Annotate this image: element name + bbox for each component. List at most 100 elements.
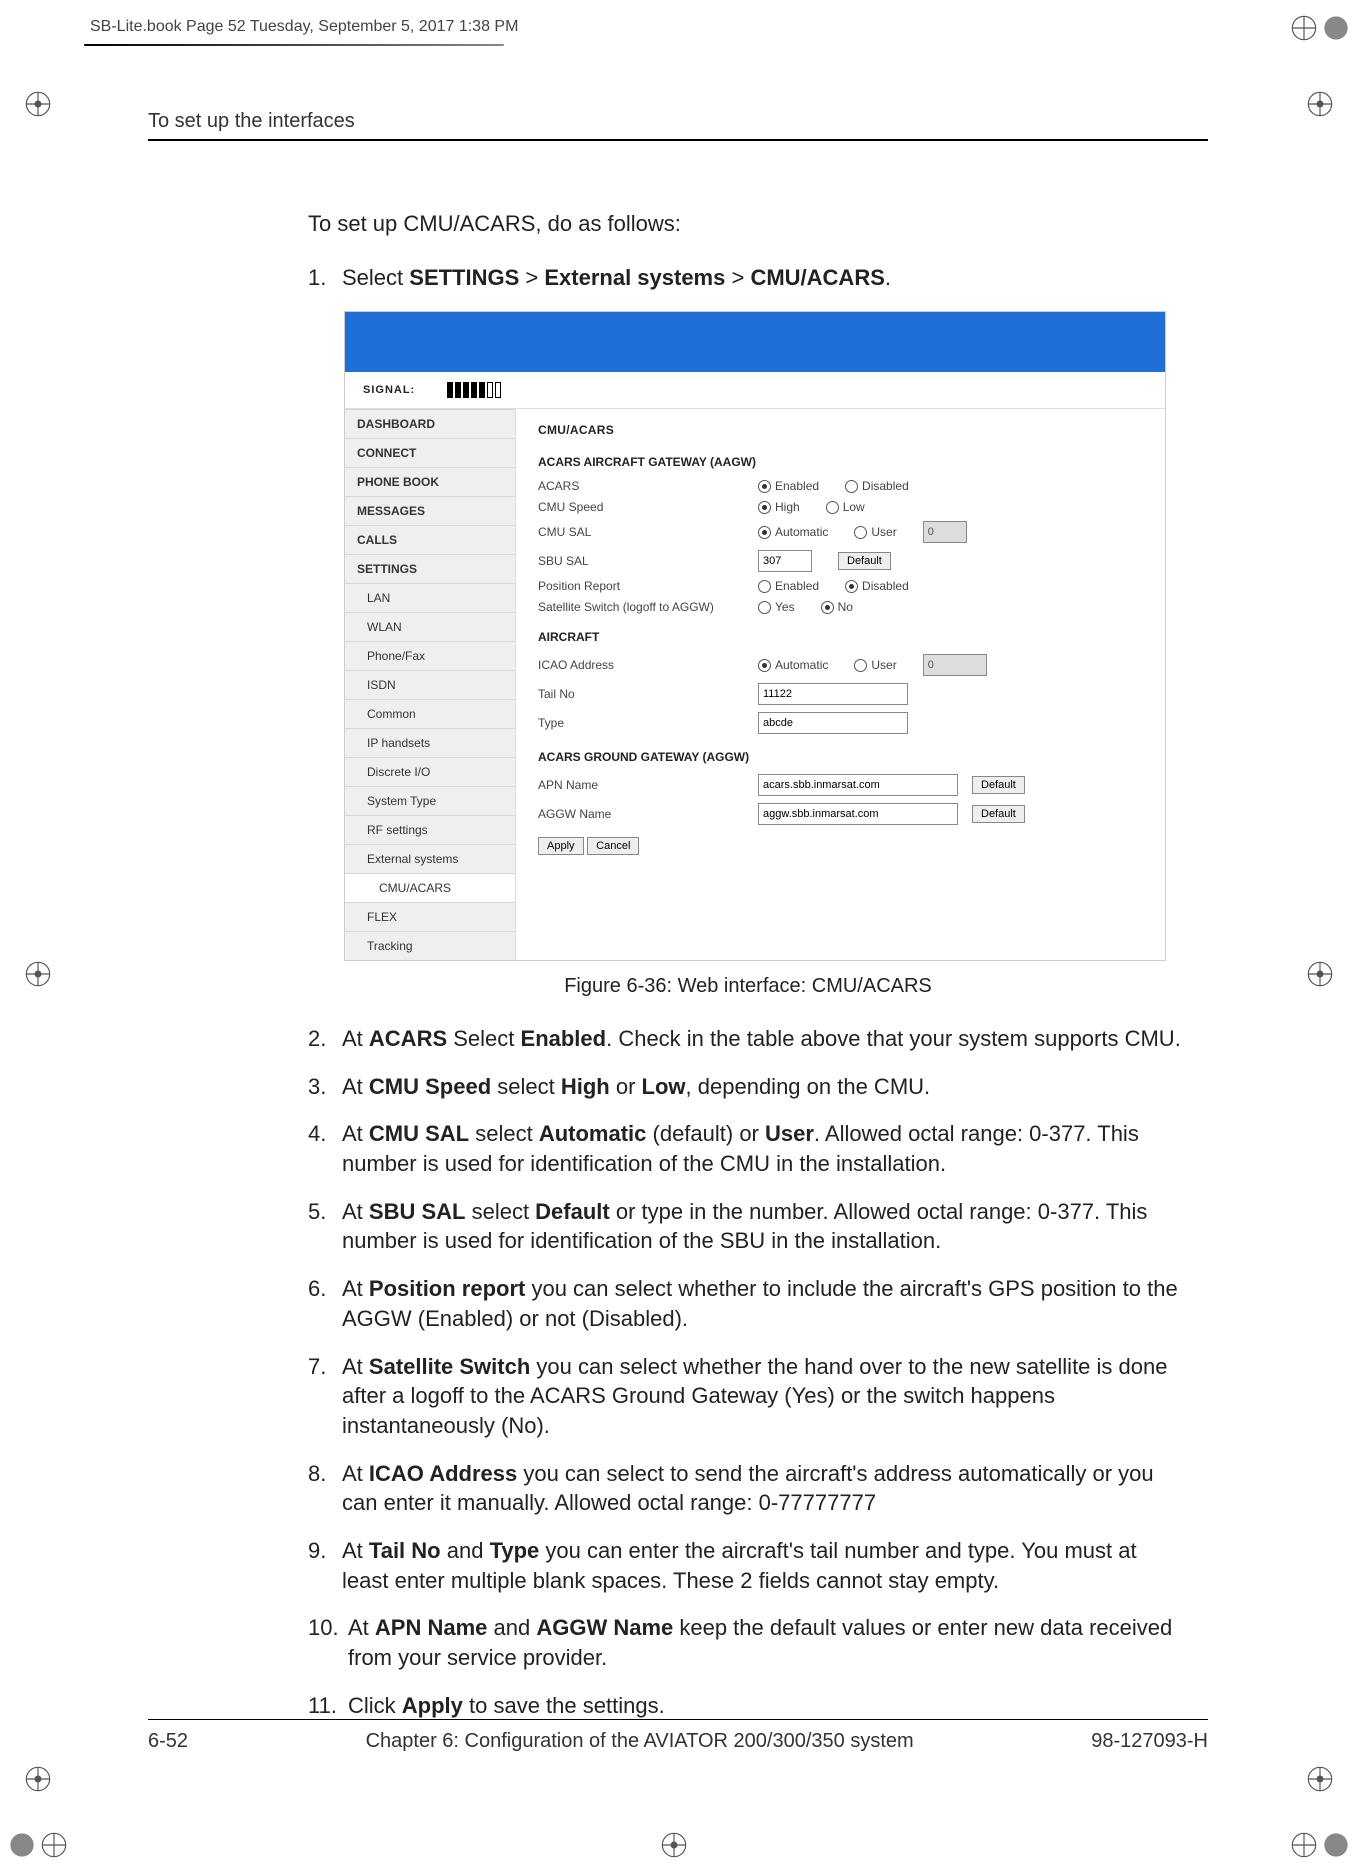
sidebar-item-phone-book[interactable]: PHONE BOOK — [345, 467, 515, 496]
radio-label: No — [838, 600, 853, 614]
label-acars: ACARS — [538, 479, 758, 493]
label-tail-no: Tail No — [538, 687, 758, 701]
figure-caption: Figure 6-36: Web interface: CMU/ACARS — [308, 975, 1188, 998]
label-icao: ICAO Address — [538, 658, 758, 672]
text: > — [725, 265, 750, 290]
section-heading-aggw: ACARS GROUND GATEWAY (AGGW) — [538, 750, 1143, 764]
text: (default) or — [646, 1121, 765, 1146]
sidebar-item-calls[interactable]: CALLS — [345, 525, 515, 554]
registration-mark-icon — [660, 1831, 688, 1859]
radio-acars-enabled[interactable]: Enabled — [758, 479, 819, 493]
bold-text: SBU SAL — [369, 1199, 466, 1224]
radio-label: Enabled — [775, 479, 819, 493]
radio-icao-automatic[interactable]: Automatic — [758, 658, 828, 672]
sidebar-item-ip-handsets[interactable]: IP handsets — [345, 728, 515, 757]
radio-cmu-sal-user[interactable]: User — [854, 525, 896, 539]
radio-posrep-disabled[interactable]: Disabled — [845, 579, 909, 593]
step-number: 9. — [308, 1536, 342, 1595]
footer-doc-number: 98-127093-H — [1091, 1730, 1208, 1753]
text: to save the settings. — [463, 1693, 665, 1718]
bold-text: User — [765, 1121, 814, 1146]
sidebar-item-system-type[interactable]: System Type — [345, 786, 515, 815]
registration-mark-icon — [8, 1831, 36, 1859]
step-3: 3.At CMU Speed select High or Low, depen… — [308, 1072, 1188, 1102]
sidebar-item-connect[interactable]: CONNECT — [345, 438, 515, 467]
radio-cmu-speed-high[interactable]: High — [758, 500, 800, 514]
text: At — [342, 1276, 369, 1301]
sbu-sal-default-button[interactable]: Default — [838, 552, 891, 570]
bold-text: Enabled — [521, 1026, 607, 1051]
text: Click — [348, 1693, 402, 1718]
label-type: Type — [538, 716, 758, 730]
input-type[interactable] — [758, 712, 908, 734]
panel-title: CMU/ACARS — [538, 423, 1143, 437]
sidebar-item-tracking[interactable]: Tracking — [345, 931, 515, 960]
text: At — [342, 1199, 369, 1224]
sidebar-item-phone-fax[interactable]: Phone/Fax — [345, 641, 515, 670]
bold-text: CMU/ACARS — [750, 265, 884, 290]
step-6: 6.At Position report you can select whet… — [308, 1274, 1188, 1333]
aggw-default-button[interactable]: Default — [972, 805, 1025, 823]
label-position-report: Position Report — [538, 579, 758, 593]
step-1: 1. Select SETTINGS > External systems > … — [308, 265, 1188, 291]
sidebar-item-lan[interactable]: LAN — [345, 583, 515, 612]
radio-acars-disabled[interactable]: Disabled — [845, 479, 909, 493]
radio-cmu-speed-low[interactable]: Low — [826, 500, 865, 514]
input-apn-name[interactable] — [758, 774, 958, 796]
footer-chapter: Chapter 6: Configuration of the AVIATOR … — [366, 1730, 914, 1753]
text: or — [610, 1074, 642, 1099]
radio-icao-user[interactable]: User — [854, 658, 896, 672]
radio-satsw-yes[interactable]: Yes — [758, 600, 795, 614]
cancel-button[interactable]: Cancel — [587, 837, 639, 855]
input-icao-user[interactable] — [923, 654, 987, 676]
label-apn-name: APN Name — [538, 778, 758, 792]
radio-label: Disabled — [862, 579, 909, 593]
label-sbu-sal: SBU SAL — [538, 554, 758, 568]
bold-text: Type — [490, 1538, 540, 1563]
text: select — [469, 1121, 539, 1146]
radio-posrep-enabled[interactable]: Enabled — [758, 579, 819, 593]
input-tail-no[interactable] — [758, 683, 908, 705]
registration-mark-icon — [24, 960, 52, 988]
sidebar-item-settings[interactable]: SETTINGS — [345, 554, 515, 583]
sidebar-item-discrete-io[interactable]: Discrete I/O — [345, 757, 515, 786]
step-number: 10. — [308, 1613, 348, 1672]
sidebar-item-external-systems[interactable]: External systems — [345, 844, 515, 873]
sidebar-item-cmu-acars[interactable]: CMU/ACARS — [345, 873, 515, 902]
apn-default-button[interactable]: Default — [972, 776, 1025, 794]
bold-text: ACARS — [369, 1026, 447, 1051]
input-aggw-name[interactable] — [758, 803, 958, 825]
radio-label: Automatic — [775, 658, 828, 672]
registration-mark-icon — [1306, 1765, 1334, 1793]
input-sbu-sal[interactable] — [758, 550, 812, 572]
sidebar-item-flex[interactable]: FLEX — [345, 902, 515, 931]
sidebar-item-rf-settings[interactable]: RF settings — [345, 815, 515, 844]
sidebar-item-isdn[interactable]: ISDN — [345, 670, 515, 699]
bold-text: CMU SAL — [369, 1121, 469, 1146]
registration-mark-icon — [24, 1765, 52, 1793]
bold-text: SETTINGS — [409, 265, 519, 290]
bold-text: High — [561, 1074, 610, 1099]
radio-cmu-sal-automatic[interactable]: Automatic — [758, 525, 828, 539]
apply-button[interactable]: Apply — [538, 837, 584, 855]
sidebar-item-messages[interactable]: MESSAGES — [345, 496, 515, 525]
step-number: 8. — [308, 1459, 342, 1518]
webui-screenshot: SIGNAL: DASHBOARD CONNECT PHONE BOOK MES… — [344, 311, 1166, 961]
step-number: 4. — [308, 1119, 342, 1178]
bold-text: Tail No — [369, 1538, 441, 1563]
sidebar-item-dashboard[interactable]: DASHBOARD — [345, 409, 515, 438]
page-footer: 6-52 Chapter 6: Configuration of the AVI… — [148, 1719, 1208, 1753]
step-number: 6. — [308, 1274, 342, 1333]
label-satellite-switch: Satellite Switch (logoff to AGGW) — [538, 600, 758, 614]
bold-text: Apply — [402, 1693, 463, 1718]
radio-label: High — [775, 500, 800, 514]
radio-satsw-no[interactable]: No — [821, 600, 853, 614]
step-8: 8.At ICAO Address you can select to send… — [308, 1459, 1188, 1518]
sidebar: DASHBOARD CONNECT PHONE BOOK MESSAGES CA… — [345, 409, 516, 960]
sidebar-item-wlan[interactable]: WLAN — [345, 612, 515, 641]
step-number: 1. — [308, 265, 342, 291]
sidebar-item-common[interactable]: Common — [345, 699, 515, 728]
input-cmu-sal-user[interactable] — [923, 521, 967, 543]
text: > — [519, 265, 544, 290]
running-head: To set up the interfaces — [148, 110, 1208, 141]
